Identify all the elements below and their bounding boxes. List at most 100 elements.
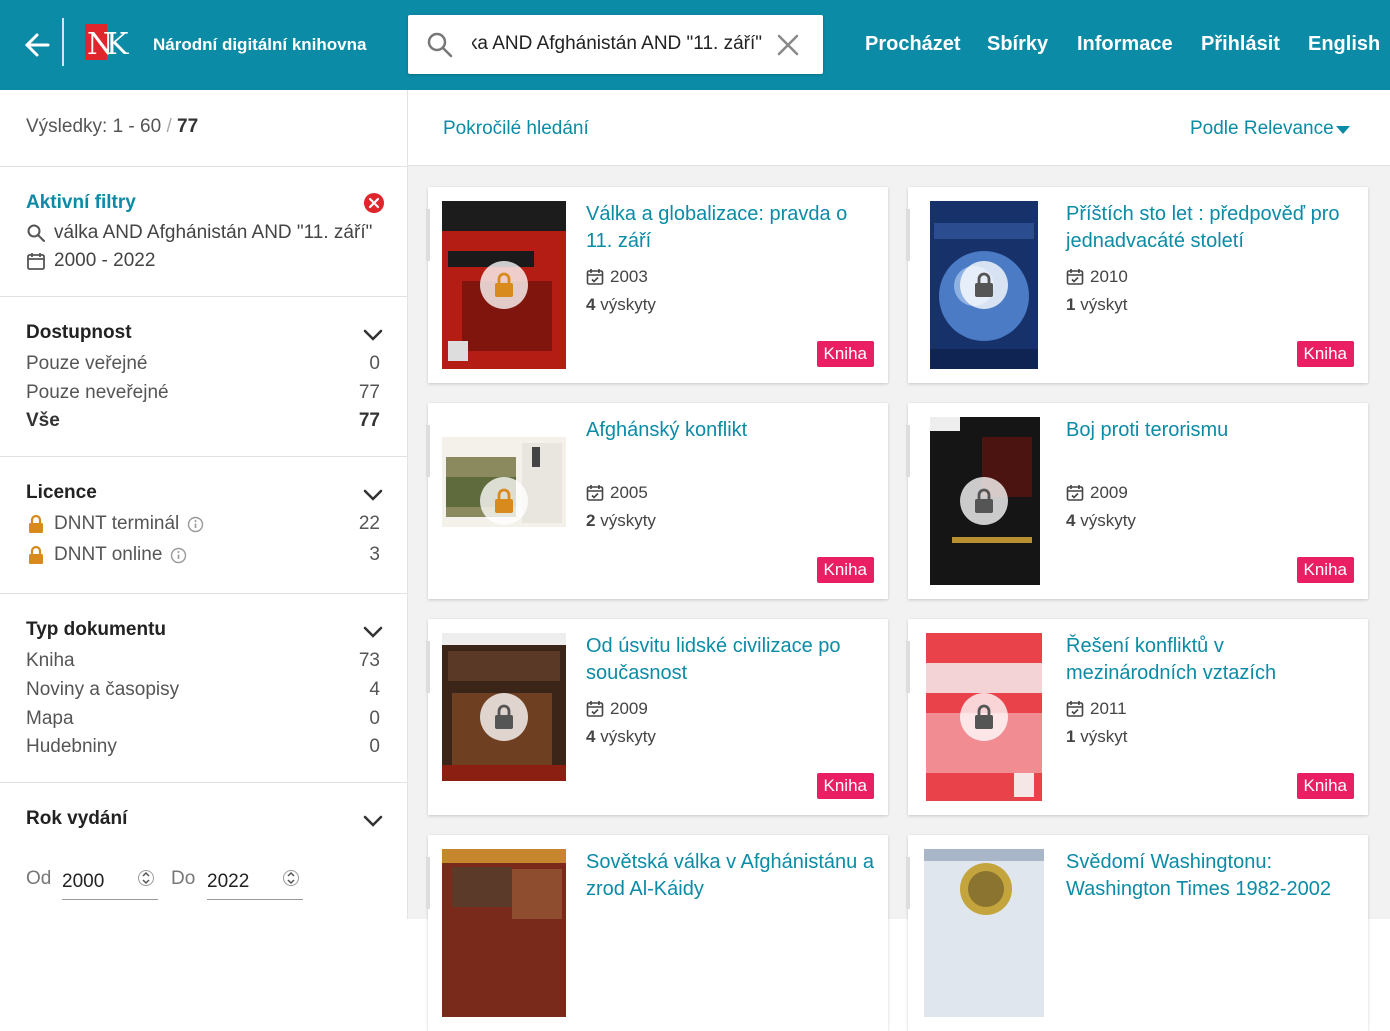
calendar-icon — [586, 269, 604, 285]
year-from-stepper[interactable] — [138, 866, 154, 890]
book-cover[interactable] — [922, 633, 1046, 801]
filter-dnnt-online[interactable]: DNNT online 3 — [26, 544, 380, 566]
results-count: Výsledky: 1 - 60 / 77 — [26, 116, 199, 137]
result-card[interactable]: Válka a globalizace: pravda o 11. září 2… — [426, 187, 888, 383]
divider — [0, 782, 407, 783]
result-title[interactable]: Příštích sto let : předpověď pro jednadv… — [1066, 201, 1356, 255]
nav-language[interactable]: English — [1308, 33, 1380, 56]
doc-type-badge: Kniha — [816, 557, 874, 583]
license-title: Licence — [26, 482, 97, 503]
filter-all[interactable]: Vše 77 — [26, 410, 380, 432]
result-title[interactable]: Sovětská válka v Afghánistánu a zrod Al-… — [586, 849, 876, 903]
result-card[interactable]: Sovětská válka v Afghánistánu a zrod Al-… — [426, 835, 888, 1031]
result-year: 2003 — [586, 267, 648, 287]
result-hits: 4 výskyty — [586, 727, 656, 746]
year-from-label: Od — [26, 868, 52, 889]
advanced-search-link[interactable]: Pokročilé hledání — [443, 118, 589, 140]
search-icon[interactable] — [426, 31, 454, 59]
filter-periodicals[interactable]: Noviny a časopisy 4 — [26, 679, 380, 701]
calendar-icon — [1066, 485, 1084, 501]
doc-type-title: Typ dokumentu — [26, 619, 167, 640]
info-icon[interactable] — [170, 547, 187, 564]
year-to-stepper[interactable] — [283, 866, 299, 890]
book-cover[interactable] — [922, 417, 1046, 585]
filter-music[interactable]: Hudebniny 0 — [26, 736, 380, 758]
lock-icon — [495, 272, 513, 297]
caret-down-icon[interactable] — [1336, 126, 1350, 134]
book-cover[interactable] — [442, 633, 566, 801]
site-title[interactable]: Národní digitální knihovna — [153, 35, 366, 55]
lock-badge — [480, 261, 528, 309]
calendar-icon — [27, 253, 45, 270]
result-year: 2009 — [1066, 483, 1128, 503]
chevron-down-icon[interactable] — [362, 328, 384, 342]
result-year: 2010 — [1066, 267, 1128, 287]
svg-text:K: K — [106, 27, 129, 60]
chevron-down-icon[interactable] — [362, 814, 384, 828]
result-title[interactable]: Od úsvitu lidské civilizace po současnos… — [586, 633, 876, 687]
result-card[interactable]: Od úsvitu lidské civilizace po současnos… — [426, 619, 888, 815]
lock-icon — [975, 272, 993, 297]
book-cover[interactable] — [442, 201, 566, 369]
search-icon — [27, 224, 45, 242]
calendar-icon — [1066, 269, 1084, 285]
lock-badge — [960, 477, 1008, 525]
doc-type-badge: Kniha — [1296, 557, 1354, 583]
result-card[interactable]: Příštích sto let : předpověď pro jednadv… — [906, 187, 1368, 383]
card-edge — [906, 857, 910, 909]
nav-browse[interactable]: Procházet — [865, 33, 961, 56]
result-card[interactable]: Řešení konfliktů v mezinárodních vztazíc… — [906, 619, 1368, 815]
result-year: 2005 — [586, 483, 648, 503]
search-box[interactable]: válka AND Afghánistán AND "11. září" — [408, 15, 823, 74]
result-title[interactable]: Svědomí Washingtonu: Washington Times 19… — [1066, 849, 1356, 903]
result-card[interactable]: Svědomí Washingtonu: Washington Times 19… — [906, 835, 1368, 1031]
book-cover[interactable] — [442, 849, 566, 1017]
card-edge — [426, 641, 430, 693]
clear-search-icon[interactable] — [774, 31, 802, 59]
active-filter-years[interactable]: 2000 - 2022 — [26, 250, 155, 272]
lock-icon — [975, 704, 993, 729]
lock-icon — [495, 488, 513, 513]
lock-badge — [960, 261, 1008, 309]
filter-sidebar: Výsledky: 1 - 60 / 77 Aktivní filtry vál… — [0, 90, 408, 919]
nav-login[interactable]: Přihlásit — [1201, 33, 1280, 56]
result-title[interactable]: Řešení konfliktů v mezinárodních vztazíc… — [1066, 633, 1356, 687]
chevron-down-icon[interactable] — [362, 488, 384, 502]
divider — [0, 456, 407, 457]
filter-dnnt-terminal[interactable]: DNNT terminál 22 — [26, 513, 380, 535]
remove-filters-icon[interactable] — [363, 192, 385, 214]
chevron-down-icon[interactable] — [362, 625, 384, 639]
result-hits: 2 výskyty — [586, 511, 656, 530]
filter-nonpublic-only[interactable]: Pouze neveřejné 77 — [26, 382, 380, 404]
result-hits: 1 výskyt — [1066, 727, 1128, 746]
filter-public-only[interactable]: Pouze veřejné 0 — [26, 353, 380, 375]
result-card[interactable]: Afghánský konflikt 2005 2 výskyty Kniha — [426, 403, 888, 599]
back-arrow-icon[interactable] — [22, 28, 52, 62]
card-edge — [426, 425, 430, 477]
active-filters-title: Aktivní filtry — [26, 192, 136, 213]
card-edge — [906, 209, 910, 261]
filter-book[interactable]: Kniha 73 — [26, 650, 380, 672]
sort-dropdown[interactable]: Podle Relevance — [1190, 118, 1334, 140]
card-edge — [906, 641, 910, 693]
result-title[interactable]: Válka a globalizace: pravda o 11. září — [586, 201, 876, 255]
result-card[interactable]: Boj proti terorismu 2009 4 výskyty Kniha — [906, 403, 1368, 599]
lock-badge — [480, 477, 528, 525]
result-title[interactable]: Afghánský konflikt — [586, 417, 876, 444]
book-cover[interactable] — [922, 201, 1046, 369]
lock-icon — [29, 545, 43, 564]
divider — [0, 166, 407, 167]
nav-collections[interactable]: Sbírky — [987, 33, 1048, 56]
filter-map[interactable]: Mapa 0 — [26, 708, 380, 730]
book-cover[interactable] — [442, 417, 566, 585]
result-title[interactable]: Boj proti terorismu — [1066, 417, 1356, 444]
year-to-label: Do — [171, 868, 196, 889]
nav-information[interactable]: Informace — [1077, 33, 1173, 56]
nk-logo[interactable]: N K — [85, 24, 129, 62]
active-filter-query[interactable]: válka AND Afghánistán AND "11. září" — [26, 222, 372, 244]
search-input[interactable]: válka AND Afghánistán AND "11. září" — [472, 33, 762, 55]
info-icon[interactable] — [187, 516, 204, 533]
book-cover[interactable] — [922, 849, 1046, 1017]
calendar-icon — [1066, 701, 1084, 717]
card-edge — [426, 209, 430, 261]
